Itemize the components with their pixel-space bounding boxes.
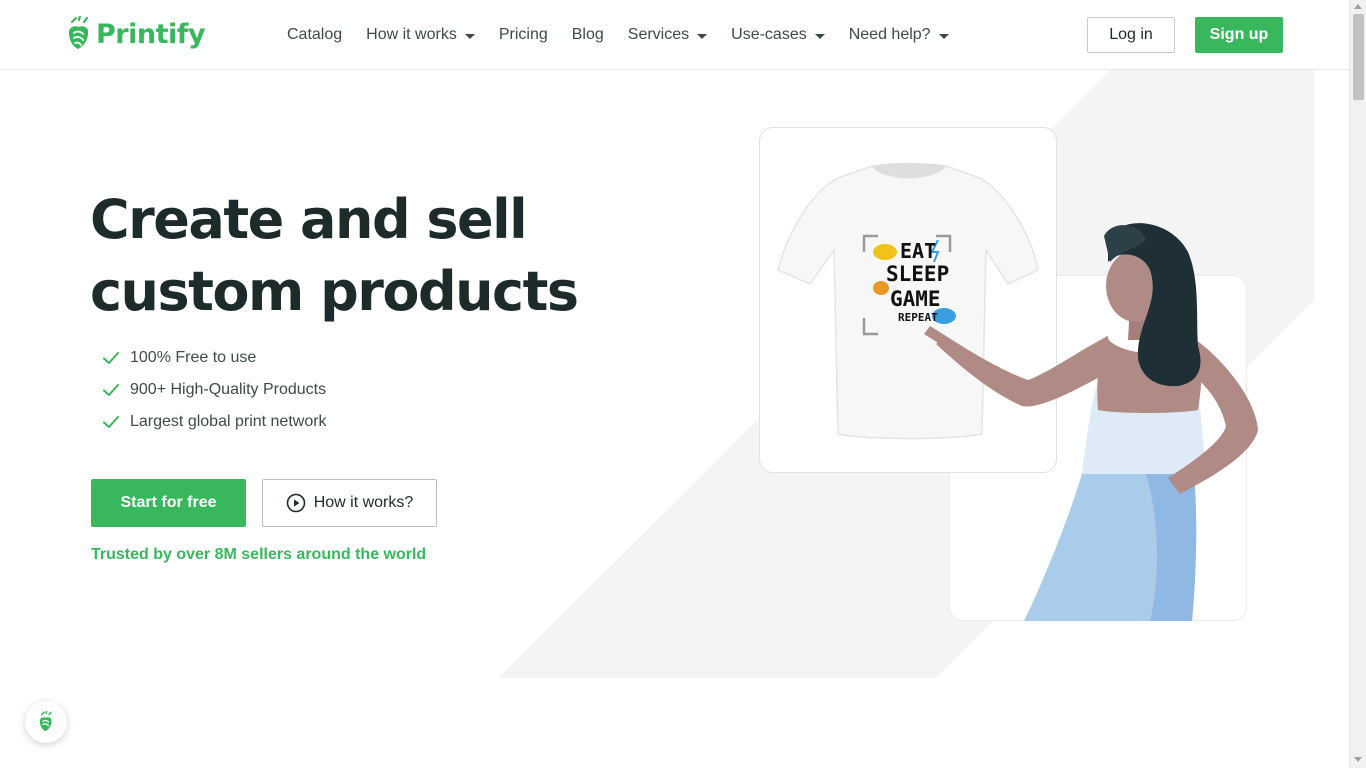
play-circle-icon bbox=[286, 493, 306, 513]
nav-label: Use-cases bbox=[731, 26, 807, 43]
printify-logo-icon bbox=[69, 16, 89, 49]
site-header: Printify Catalog How it works Pricing Bl… bbox=[0, 0, 1349, 70]
chevron-down-icon bbox=[697, 33, 708, 39]
scroll-down-arrow-icon[interactable] bbox=[1354, 757, 1362, 762]
feature-text: 900+ High-Quality Products bbox=[130, 381, 327, 398]
brand-name: Printify bbox=[96, 18, 206, 50]
start-for-free-button[interactable]: Start for free bbox=[91, 479, 246, 527]
nav-item-pricing[interactable]: Pricing bbox=[499, 26, 548, 44]
feature-item: 900+ High-Quality Products bbox=[102, 374, 327, 406]
chevron-down-icon bbox=[464, 33, 475, 39]
how-it-works-label: How it works? bbox=[313, 494, 414, 511]
nav-label: Catalog bbox=[287, 26, 343, 43]
woman-illustration bbox=[924, 223, 1258, 621]
nav-label: Pricing bbox=[498, 26, 548, 43]
logo[interactable]: Printify bbox=[66, 16, 206, 52]
nav-item-blog[interactable]: Blog bbox=[572, 26, 604, 44]
feature-item: Largest global print network bbox=[102, 406, 327, 438]
login-button[interactable]: Log in bbox=[1087, 17, 1175, 53]
trusted-text: Trusted by over 8M sellers around the wo… bbox=[91, 546, 427, 563]
feature-list: 100% Free to use 900+ High-Quality Produ… bbox=[102, 342, 327, 438]
nav-item-need-help[interactable]: Need help? bbox=[849, 26, 949, 44]
feature-text: 100% Free to use bbox=[130, 349, 257, 366]
scroll-thumb[interactable] bbox=[1353, 14, 1364, 100]
feature-item: 100% Free to use bbox=[102, 342, 327, 374]
nav-label: Blog bbox=[571, 26, 604, 43]
nav-item-how-it-works[interactable]: How it works bbox=[366, 26, 475, 44]
hero-title: Create and sell custom products bbox=[90, 184, 610, 328]
nav-label: Services bbox=[627, 26, 690, 43]
check-icon bbox=[103, 416, 119, 428]
check-icon bbox=[103, 352, 119, 364]
check-icon bbox=[103, 384, 119, 396]
nav-item-catalog[interactable]: Catalog bbox=[287, 26, 342, 44]
chat-icon bbox=[39, 711, 52, 732]
signup-button[interactable]: Sign up bbox=[1195, 17, 1283, 53]
main-nav: Catalog How it works Pricing Blog Servic… bbox=[287, 0, 973, 70]
nav-item-services[interactable]: Services bbox=[627, 26, 708, 44]
chevron-down-icon bbox=[938, 33, 949, 39]
how-it-works-button[interactable]: How it works? bbox=[262, 479, 437, 527]
chevron-down-icon bbox=[814, 33, 825, 39]
chat-launcher[interactable] bbox=[25, 701, 67, 743]
feature-text: Largest global print network bbox=[130, 413, 327, 430]
nav-label: How it works bbox=[366, 26, 457, 43]
page-scrollbar[interactable] bbox=[1349, 0, 1366, 768]
hero-title-line1: Create and sell bbox=[90, 188, 528, 251]
nav-item-use-cases[interactable]: Use-cases bbox=[731, 26, 825, 44]
scroll-up-arrow-icon[interactable] bbox=[1354, 4, 1362, 9]
nav-label: Need help? bbox=[848, 26, 931, 43]
hero-title-line2: custom products bbox=[90, 260, 579, 323]
